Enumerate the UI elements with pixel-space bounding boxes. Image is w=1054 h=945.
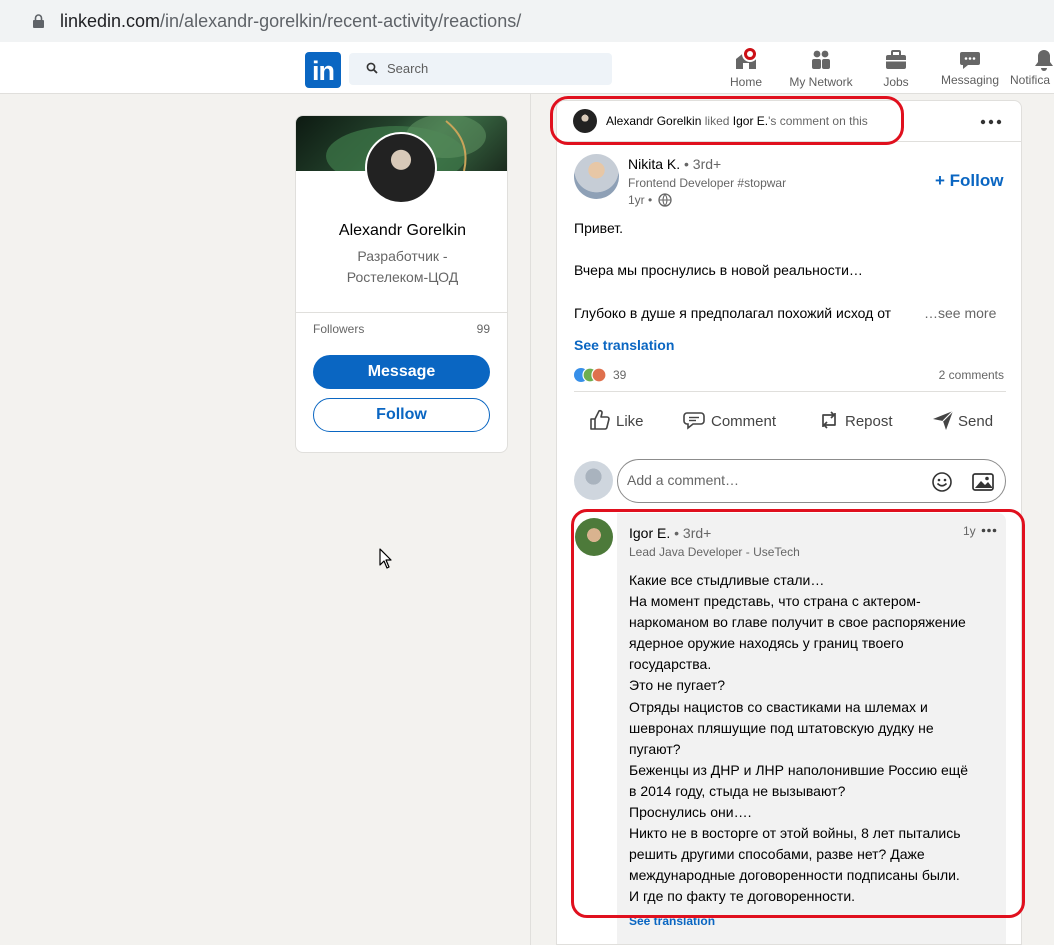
like-icon (590, 409, 610, 430)
social-divider (574, 391, 1006, 392)
send-icon (933, 410, 954, 430)
post-text-line: Глубоко в душе я предполагал похожий исх… (574, 305, 892, 321)
bell-icon (1035, 50, 1053, 71)
nav-home-label: Home (729, 75, 762, 89)
follow-profile-button[interactable]: Follow (313, 398, 490, 432)
jobs-icon (886, 50, 906, 69)
nav-notifications-label: Notifica (1010, 73, 1051, 87)
profile-name[interactable]: Alexandr Gorelkin (296, 222, 507, 240)
profile-headline: Разработчик - Ростелеком-ЦОД (346, 248, 459, 285)
emoji-icon[interactable] (931, 471, 953, 493)
messaging-icon (960, 52, 980, 69)
repost-icon (822, 411, 836, 429)
repost-label: Repost (845, 413, 893, 430)
post-author-headline: Frontend Developer #stopwar (628, 176, 787, 190)
nav-my-network[interactable]: My Network (786, 46, 856, 92)
send-button[interactable]: Send (931, 408, 1001, 438)
column-divider (530, 94, 531, 945)
post-author-avatar[interactable] (574, 154, 619, 199)
profile-divider (296, 312, 507, 313)
nav-jobs[interactable]: Jobs (876, 46, 916, 92)
url-text: linkedin.com/in/alexandr-gorelkin/recent… (60, 11, 521, 32)
nav-notifications[interactable]: Notifica (1010, 46, 1054, 92)
profile-card: Alexandr Gorelkin Разработчик - Ростелек… (295, 115, 508, 453)
nav-jobs-label: Jobs (883, 75, 909, 89)
followers-count: 99 (476, 322, 490, 336)
repost-button[interactable]: Repost (817, 408, 897, 438)
post-author-degree: • 3rd+ (684, 156, 722, 172)
search-icon (366, 62, 378, 74)
post-text-line: Вчера мы проснулись в новой реальности… (574, 262, 863, 278)
url-field[interactable]: linkedin.com/in/alexandr-gorelkin/recent… (8, 3, 1054, 37)
add-comment-input[interactable]: Add a comment… (617, 459, 1006, 503)
see-more-link[interactable]: …see more (924, 305, 996, 321)
post-author[interactable]: Nikita K. • 3rd+ (628, 156, 721, 172)
viewer-avatar (574, 461, 613, 500)
nav-home[interactable]: Home (726, 46, 766, 92)
url-path: /in/alexandr-gorelkin/recent-activity/re… (160, 11, 522, 31)
post-time: 1yr • (628, 193, 672, 207)
more-options-icon[interactable] (979, 119, 1003, 125)
nav-my-network-label: My Network (789, 75, 853, 89)
followers-label: Followers (313, 322, 365, 336)
image-icon[interactable] (972, 471, 994, 493)
lock-icon (33, 14, 44, 28)
add-comment-placeholder[interactable]: Add a comment… (627, 472, 739, 488)
message-button[interactable]: Message (313, 355, 490, 389)
reaction-icons[interactable] (574, 367, 612, 383)
nav-messaging-label: Messaging (940, 73, 1000, 87)
notification-badge (742, 46, 758, 62)
post-time-text: 1yr • (628, 193, 653, 207)
like-label: Like (616, 413, 644, 430)
search-box[interactable]: Search (349, 53, 612, 85)
browser-address-bar: linkedin.com/in/alexandr-gorelkin/recent… (0, 0, 1054, 42)
mouse-cursor-icon (379, 548, 392, 569)
profile-avatar[interactable] (365, 132, 437, 204)
post-text-line: Привет. (574, 220, 624, 236)
url-host: linkedin.com (60, 11, 161, 31)
highlight-activity-header (550, 96, 904, 145)
nav-messaging[interactable]: Messaging (938, 46, 1002, 92)
search-input[interactable]: Search (387, 61, 428, 76)
like-button[interactable]: Like (588, 408, 648, 438)
comments-count[interactable]: 2 comments (939, 368, 1004, 382)
top-navigation: in Search Home My Network Jobs Messaging… (0, 42, 1054, 94)
send-label: Send (958, 413, 994, 430)
see-translation-link[interactable]: See translation (574, 337, 674, 353)
post-author-name[interactable]: Nikita K. (628, 156, 680, 172)
highlight-comment (571, 509, 1025, 918)
follow-author-button[interactable]: + Follow (935, 171, 1003, 191)
network-icon (812, 50, 830, 69)
reactions-count[interactable]: 39 (613, 368, 626, 382)
globe-icon (657, 193, 672, 207)
comment-icon (683, 412, 705, 430)
linkedin-logo[interactable]: in (305, 52, 341, 88)
comment-label: Comment (711, 413, 777, 430)
comment-button[interactable]: Comment (682, 408, 782, 438)
